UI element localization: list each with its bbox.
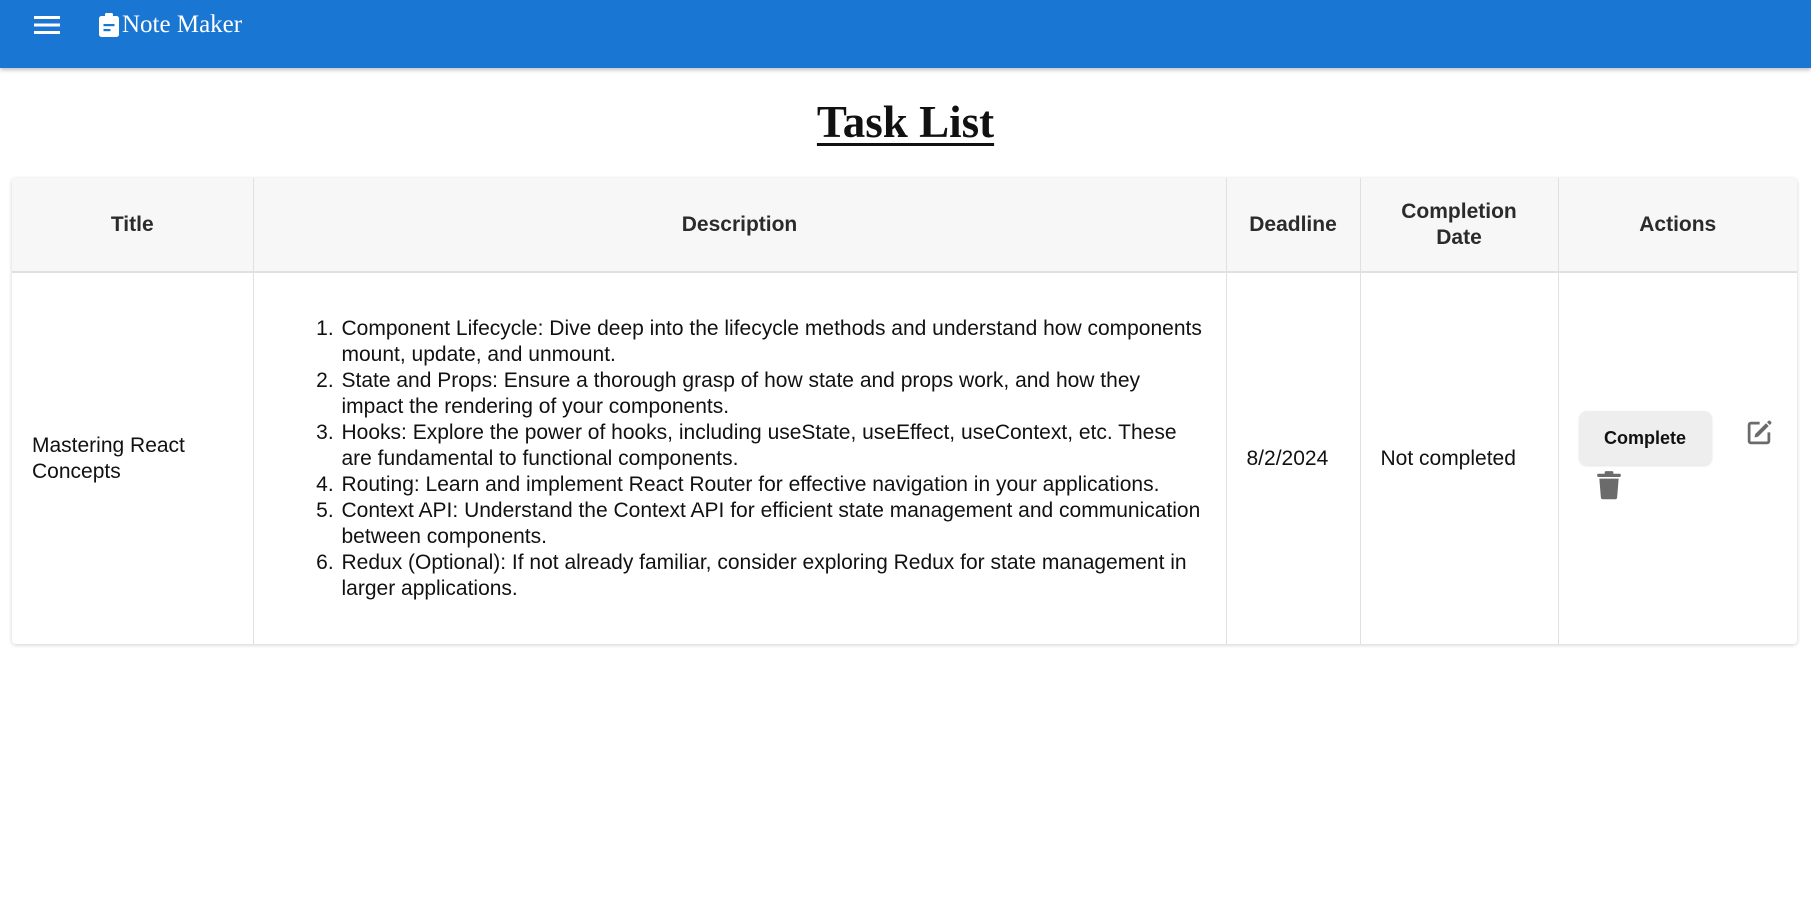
header-title: Title <box>12 178 254 273</box>
header-deadline: Deadline <box>1226 178 1361 273</box>
menu-button[interactable] <box>28 10 66 40</box>
app-title: Note Maker <box>122 11 243 38</box>
clipboard-icon <box>99 13 119 37</box>
menu-icon <box>34 16 60 34</box>
task-completion-date: Not completed <box>1360 272 1559 644</box>
list-item: Hooks: Explore the power of hooks, inclu… <box>340 420 1206 472</box>
header-actions: Actions <box>1558 178 1797 273</box>
delete-button[interactable] <box>1592 467 1626 503</box>
task-deadline: 8/2/2024 <box>1226 272 1361 644</box>
table-header-row: Title Description Deadline Completion Da… <box>12 178 1797 273</box>
list-item: Redux (Optional): If not already familia… <box>340 550 1206 602</box>
description-list: Component Lifecycle: Dive deep into the … <box>274 316 1206 602</box>
task-title: Mastering React Concepts <box>12 272 254 644</box>
header-description: Description <box>253 178 1227 273</box>
table-row: Mastering React Concepts Component Lifec… <box>12 272 1797 644</box>
list-item: Routing: Learn and implement React Route… <box>340 472 1206 498</box>
brand[interactable]: Note Maker <box>98 8 242 42</box>
task-description: Component Lifecycle: Dive deep into the … <box>253 272 1227 644</box>
task-actions: Complete <box>1558 272 1797 644</box>
edit-button[interactable] <box>1742 416 1776 450</box>
trash-icon <box>1596 471 1621 500</box>
page-title: Task List <box>816 97 995 147</box>
task-table-container: Title Description Deadline Completion Da… <box>12 178 1797 644</box>
list-item: Component Lifecycle: Dive deep into the … <box>340 316 1206 368</box>
task-table: Title Description Deadline Completion Da… <box>12 178 1797 644</box>
list-item: State and Props: Ensure a thorough grasp… <box>340 368 1206 420</box>
edit-icon <box>1747 420 1771 445</box>
list-item: Context API: Understand the Context API … <box>340 498 1206 550</box>
complete-button[interactable]: Complete <box>1578 411 1712 465</box>
app-bar: Note Maker <box>0 0 1811 68</box>
header-completion-date: Completion Date <box>1360 178 1559 273</box>
